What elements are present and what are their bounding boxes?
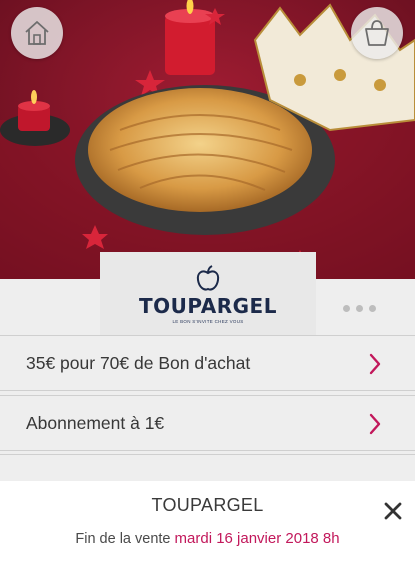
more-options-button[interactable] [343,305,376,312]
cart-button[interactable] [351,7,403,59]
brand-name: TOUPARGEL [139,293,277,318]
dot [343,305,350,312]
close-icon[interactable] [383,501,403,521]
sale-end-line: Fin de la vente mardi 16 janvier 2018 8h [0,530,415,547]
offer-row-voucher[interactable]: 35€ pour 70€ de Bon d'achat [0,335,415,391]
candle-right [165,0,215,75]
chevron-right-icon [369,413,381,435]
sheet-title: TOUPARGEL [151,495,264,515]
chevron-right-icon [369,353,381,375]
sale-end-date: mardi 16 janvier 2018 8h [174,530,340,547]
home-button[interactable] [11,7,63,59]
apple-logo-icon [196,264,220,290]
home-icon [25,21,49,45]
brand-logo: TOUPARGEL LE BON S'INVITE CHEZ VOUS [100,252,316,335]
dot [356,305,363,312]
brand-tagline: LE BON S'INVITE CHEZ VOUS [172,318,244,324]
shopping-bag-icon [365,20,389,46]
offer-label: Abonnement à 1€ [26,413,165,433]
sale-info-sheet: TOUPARGEL Fin de la vente mardi 16 janvi… [0,481,415,570]
offer-label: 35€ pour 70€ de Bon d'achat [26,353,251,373]
offer-row-subscription[interactable]: Abonnement à 1€ [0,395,415,451]
sale-end-label: Fin de la vente [75,531,171,547]
dot [369,305,376,312]
